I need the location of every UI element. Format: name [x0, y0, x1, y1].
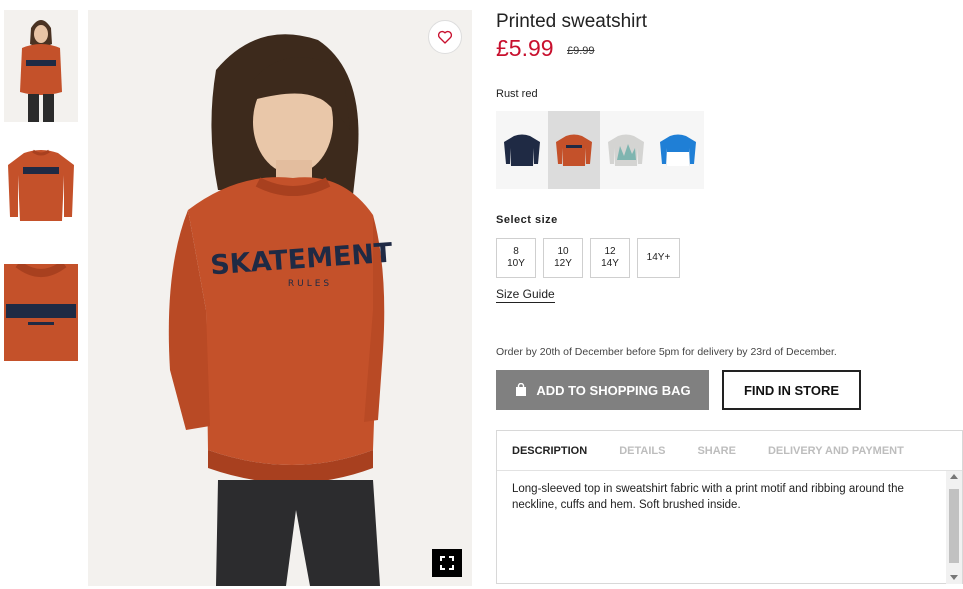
- selected-color-label: Rust red: [496, 88, 538, 100]
- heart-icon: [437, 30, 453, 44]
- blue-sweatshirt-icon: [660, 134, 696, 166]
- size-options: 8 10Y 10 12Y 12 14Y 14Y+: [496, 238, 680, 278]
- add-to-bag-button[interactable]: ADD TO SHOPPING BAG: [496, 370, 709, 410]
- wishlist-button[interactable]: [428, 20, 462, 54]
- size-guide-link[interactable]: Size Guide: [496, 287, 555, 303]
- model-photo: SKATEMENT RULES: [88, 10, 472, 586]
- swatch-blue-white[interactable]: [652, 111, 704, 189]
- description-scrollbar[interactable]: [946, 471, 962, 584]
- grey-sweatshirt-icon: [608, 134, 644, 166]
- size-line-1: 12: [604, 246, 616, 257]
- swatch-grey-print[interactable]: [600, 111, 652, 189]
- delivery-note: Order by 20th of December before 5pm for…: [496, 346, 837, 358]
- product-price: £5.99: [496, 35, 554, 61]
- main-product-image: SKATEMENT RULES: [88, 10, 472, 586]
- size-option-12-14y[interactable]: 12 14Y: [590, 238, 630, 278]
- thumbnail-closeup[interactable]: [4, 264, 78, 361]
- size-line-2: 10Y: [507, 258, 525, 269]
- swatch-rust[interactable]: [548, 111, 600, 189]
- product-details-panel: DESCRIPTION DETAILS SHARE DELIVERY AND P…: [496, 430, 963, 584]
- thumbnail-flat[interactable]: [4, 145, 78, 227]
- details-tabs: DESCRIPTION DETAILS SHARE DELIVERY AND P…: [497, 431, 962, 471]
- thumbnail-model-image: [4, 10, 78, 122]
- find-in-store-button[interactable]: FIND IN STORE: [722, 370, 861, 410]
- add-to-bag-label: ADD TO SHOPPING BAG: [536, 382, 691, 398]
- size-line-2: 12Y: [554, 258, 572, 269]
- scroll-down-arrow-icon[interactable]: [950, 575, 958, 580]
- tab-description[interactable]: DESCRIPTION: [512, 445, 587, 457]
- fullscreen-button[interactable]: [432, 549, 462, 577]
- size-section-label: Select size: [496, 214, 558, 226]
- fullscreen-icon: [440, 556, 454, 570]
- size-line-1: 8: [513, 246, 519, 257]
- sweatshirt-print-subtext: RULES: [288, 279, 332, 289]
- product-title: Printed sweatshirt: [496, 11, 648, 32]
- thumbnail-model[interactable]: [4, 10, 78, 122]
- size-line-2: 14Y: [601, 258, 619, 269]
- tab-details[interactable]: DETAILS: [619, 445, 665, 457]
- shopping-bag-icon: [516, 383, 527, 396]
- product-old-price: £9.99: [567, 45, 595, 57]
- tab-delivery-and-payment[interactable]: DELIVERY AND PAYMENT: [768, 445, 904, 457]
- color-swatches: [496, 111, 704, 189]
- size-line-1: 10: [557, 246, 569, 257]
- thumbnail-flat-image: [4, 145, 78, 227]
- size-line-1: 14Y+: [646, 252, 671, 263]
- swatch-navy[interactable]: [496, 111, 548, 189]
- scroll-up-arrow-icon[interactable]: [950, 474, 958, 479]
- size-option-14y-plus[interactable]: 14Y+: [637, 238, 680, 278]
- navy-sweatshirt-icon: [504, 134, 540, 166]
- size-option-10-12y[interactable]: 10 12Y: [543, 238, 583, 278]
- size-option-8-10y[interactable]: 8 10Y: [496, 238, 536, 278]
- scrollbar-thumb[interactable]: [949, 489, 959, 563]
- tab-share[interactable]: SHARE: [697, 445, 736, 457]
- rust-sweatshirt-icon: [556, 134, 592, 166]
- description-text: Long-sleeved top in sweatshirt fabric wi…: [512, 483, 904, 511]
- thumbnail-closeup-image: [4, 264, 78, 361]
